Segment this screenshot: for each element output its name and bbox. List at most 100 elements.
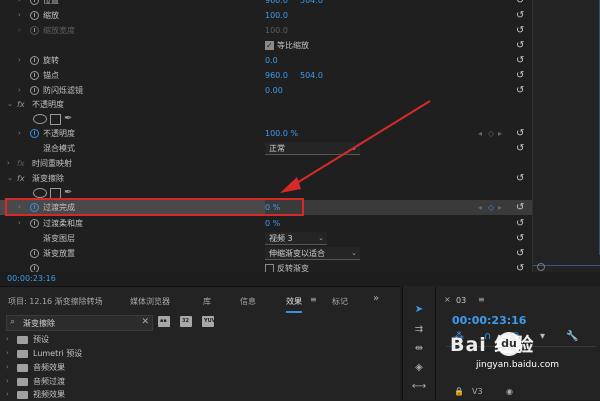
add-keyframe-icon[interactable]: ◇ (488, 126, 494, 141)
reset-icon[interactable]: ↺ (516, 23, 524, 38)
more-tabs-icon[interactable]: » (373, 293, 379, 304)
expand-arrow-icon[interactable]: › (6, 361, 9, 374)
reset-icon[interactable]: ↺ (516, 68, 524, 83)
expand-arrow-icon[interactable]: › (6, 375, 9, 388)
property-value[interactable]: 0.00 (265, 83, 283, 98)
close-icon[interactable]: × (444, 295, 451, 304)
reset-icon[interactable]: ↺ (516, 8, 524, 23)
reset-icon[interactable]: ↺ (516, 171, 524, 186)
expand-arrow-icon[interactable]: › (18, 83, 21, 98)
blend-mode-dropdown[interactable]: 正常 ⌄ (265, 142, 360, 155)
menu-icon[interactable]: ≡ (310, 295, 317, 304)
expand-arrow-icon[interactable]: › (18, 53, 21, 68)
reset-icon[interactable]: ↺ (516, 200, 524, 215)
property-row-blend-mode[interactable]: 混合模式 正常 ⌄ ↺ (0, 141, 532, 156)
stopwatch-icon[interactable] (30, 219, 39, 228)
timeline-timecode[interactable]: 00:00:23:16 (452, 314, 526, 327)
property-value[interactable]: 100.0 (265, 8, 288, 23)
selection-tool-icon[interactable]: ➤ (410, 304, 428, 318)
tab-markers[interactable]: 标记 (332, 296, 348, 307)
property-row-rotation[interactable]: › 旋转 0.0 ↺ (0, 53, 532, 68)
stopwatch-icon[interactable] (30, 0, 39, 5)
property-row-anti-flicker[interactable]: › 防闪烁滤镜 0.00 ↺ (0, 83, 532, 98)
tab-libraries[interactable]: 库 (203, 296, 211, 307)
ripple-edit-tool-icon[interactable]: ⇹ (410, 343, 428, 357)
next-keyframe-icon[interactable]: ▸ (498, 126, 502, 141)
tab-project[interactable]: 项目: 12.16 渐变擦除转场 (8, 296, 103, 307)
gradient-layer-dropdown[interactable]: 视频 3 ⌄ (265, 232, 327, 245)
razor-tool-icon[interactable]: ◈ (410, 362, 428, 376)
clear-icon[interactable]: ✕ (141, 317, 149, 327)
slip-tool-icon[interactable]: ⟷ (410, 381, 428, 395)
reset-icon[interactable]: ↺ (516, 83, 524, 98)
expand-arrow-icon[interactable]: › (18, 216, 21, 231)
property-value-y[interactable]: 504.0 (300, 68, 323, 83)
ellipse-mask-icon[interactable] (33, 114, 47, 124)
property-row-position[interactable]: › 位置 960.0 504.0 ↺ (0, 0, 532, 8)
tab-info[interactable]: 信息 (240, 296, 256, 307)
accelerated-effects-icon[interactable]: ▪▪ (158, 316, 170, 327)
property-value-x[interactable]: 960.0 (265, 0, 288, 8)
fx-icon[interactable]: fx (17, 171, 25, 186)
effect-section-opacity[interactable]: ⌄ fx 不透明度 (0, 97, 532, 112)
property-row-scale[interactable]: › 缩放 100.0 ↺ (0, 8, 532, 23)
stopwatch-icon[interactable] (30, 71, 39, 80)
sequence-tab[interactable]: 03 (456, 296, 466, 305)
reset-icon[interactable]: ↺ (516, 261, 524, 272)
property-value[interactable]: 0.0 (265, 53, 278, 68)
reset-icon[interactable]: ↺ (516, 38, 524, 53)
effect-section-gradient-wipe[interactable]: ⌄ fx 渐变擦除 ↺ (0, 171, 532, 186)
gradient-placement-dropdown[interactable]: 伸缩渐变以适合 ⌄ (265, 247, 360, 260)
reset-icon[interactable]: ↺ (516, 53, 524, 68)
property-value[interactable]: 100.0 % (265, 126, 298, 141)
uniform-scale-row[interactable]: 等比缩放 ↺ (0, 38, 532, 53)
expand-arrow-icon[interactable]: › (18, 8, 21, 23)
yuv-effects-icon[interactable]: YUV (202, 316, 216, 327)
uniform-scale-checkbox[interactable] (265, 38, 274, 53)
zoom-handle[interactable] (537, 263, 545, 271)
expand-arrow-icon[interactable]: › (6, 333, 9, 346)
reset-icon[interactable]: ↺ (516, 216, 524, 231)
pen-mask-icon[interactable]: ✒ (64, 111, 72, 126)
stopwatch-icon[interactable] (30, 56, 39, 65)
property-row-anchor[interactable]: 锚点 960.0 504.0 ↺ (0, 68, 532, 83)
invert-gradient-row[interactable]: 反转渐变 ↺ (0, 261, 532, 272)
timeline-scroll[interactable] (537, 263, 597, 271)
fx-icon[interactable]: fx (17, 97, 25, 112)
fx-icon[interactable]: fx (17, 156, 25, 171)
reset-icon[interactable]: ↺ (516, 0, 524, 8)
keyframe-icon[interactable]: ◇ (488, 200, 494, 215)
property-row-transition-softness[interactable]: › 过渡柔和度 0 % ↺ (0, 216, 532, 231)
collapse-arrow-icon[interactable]: ⌄ (7, 171, 13, 186)
property-row-gradient-placement[interactable]: 渐变放置 伸缩渐变以适合 ⌄ ↺ (0, 246, 532, 261)
property-value-y[interactable]: 504.0 (300, 0, 323, 8)
invert-gradient-checkbox[interactable] (265, 264, 274, 272)
reset-icon[interactable]: ↺ (516, 246, 524, 261)
reset-icon[interactable]: ↺ (516, 231, 524, 246)
effects-search-input[interactable]: ⌕ 渐变擦除 ✕ (6, 315, 153, 331)
stopwatch-icon[interactable] (30, 11, 39, 20)
track-select-tool-icon[interactable]: ⇉ (410, 324, 428, 338)
prev-keyframe-icon[interactable]: ◂ (478, 126, 482, 141)
expand-arrow-icon[interactable]: › (18, 0, 21, 8)
stopwatch-icon[interactable] (30, 86, 39, 95)
property-row-opacity[interactable]: › 不透明度 100.0 % ◂ ◇ ▸ ↺ (0, 126, 532, 141)
next-keyframe-icon[interactable]: ▸ (498, 200, 502, 215)
menu-icon[interactable]: ≡ (478, 295, 485, 304)
ellipse-mask-icon[interactable] (33, 188, 47, 198)
prev-keyframe-icon[interactable]: ◂ (478, 200, 482, 215)
stopwatch-icon[interactable] (30, 264, 39, 272)
current-timecode[interactable]: 00:00:23:16 (7, 274, 56, 283)
reset-icon[interactable]: ↺ (516, 141, 524, 156)
stopwatch-icon[interactable] (30, 249, 39, 258)
property-value-x[interactable]: 960.0 (265, 68, 288, 83)
tab-effects[interactable]: 效果 (286, 296, 302, 313)
expand-arrow-icon[interactable]: › (6, 388, 9, 401)
reset-icon[interactable]: ↺ (516, 126, 524, 141)
32bit-effects-icon[interactable]: 32 (180, 316, 192, 327)
expand-arrow-icon[interactable]: › (7, 156, 10, 171)
rectangle-mask-icon[interactable] (50, 114, 61, 125)
search-value[interactable]: 渐变擦除 (23, 318, 55, 329)
property-row-gradient-layer[interactable]: 渐变图层 视频 3 ⌄ ↺ (0, 231, 532, 246)
expand-arrow-icon[interactable]: › (18, 126, 21, 141)
